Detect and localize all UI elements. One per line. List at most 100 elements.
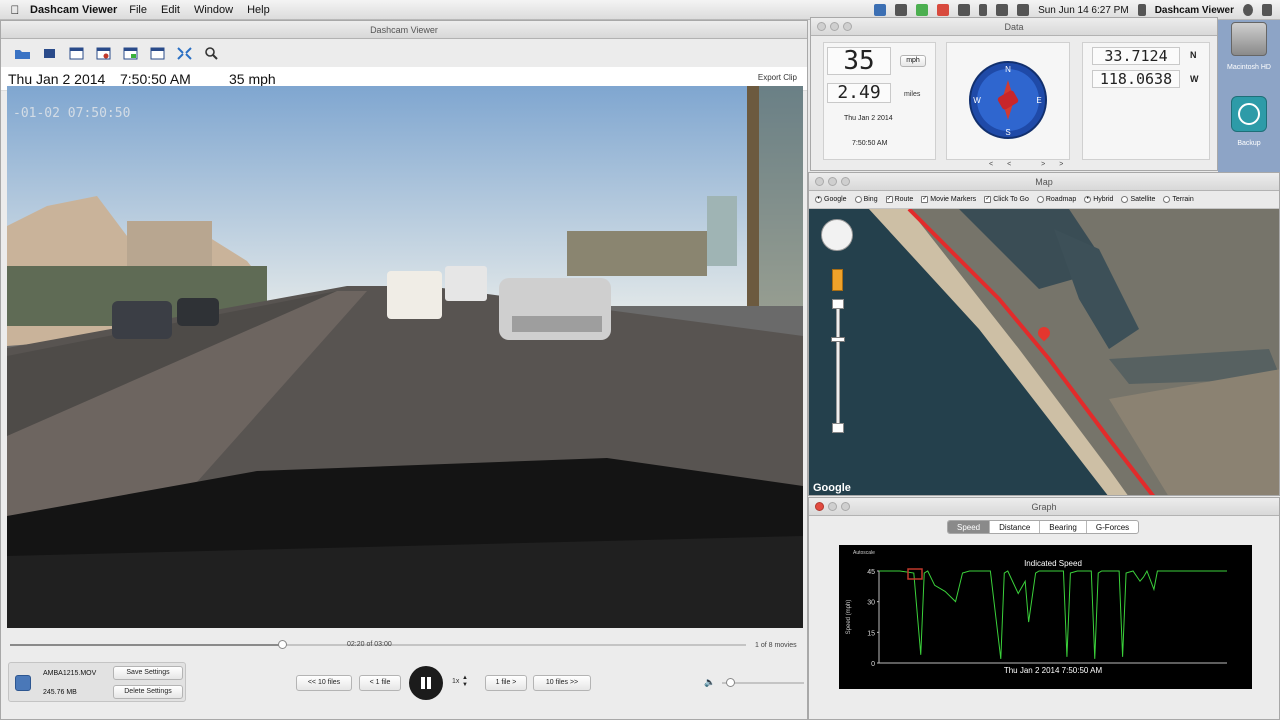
window-controls bbox=[817, 22, 852, 31]
zoom-icon[interactable] bbox=[843, 22, 852, 31]
zoom-knob[interactable] bbox=[831, 337, 845, 342]
menu-file[interactable]: File bbox=[129, 4, 147, 16]
back-1-file-button[interactable]: < 1 file bbox=[359, 675, 401, 691]
status-icon[interactable] bbox=[937, 4, 950, 16]
zoom-slider[interactable] bbox=[836, 299, 840, 429]
apple-menu-icon[interactable]:  bbox=[0, 3, 30, 17]
fullscreen-icon[interactable] bbox=[175, 45, 193, 61]
checkbox-icon[interactable]: ✓ bbox=[984, 196, 992, 203]
timeline-knob[interactable] bbox=[278, 640, 288, 649]
status-icon[interactable] bbox=[916, 4, 929, 16]
graph-window-icon[interactable] bbox=[121, 45, 139, 61]
window-icon[interactable] bbox=[148, 45, 166, 61]
save-settings-button[interactable]: Save Settings bbox=[113, 666, 183, 680]
map-option-google[interactable]: • Google bbox=[815, 196, 847, 203]
map-option-click-to-go[interactable]: ✓ Click To Go bbox=[984, 196, 1029, 203]
map-option-satellite[interactable]: Satellite bbox=[1121, 196, 1155, 203]
radio-icon[interactable] bbox=[1036, 196, 1044, 203]
menu-app-name[interactable]: Dashcam Viewer bbox=[30, 4, 117, 16]
data-window: Data 35 mph 2.49 miles Thu Jan 2 2014 7:… bbox=[810, 17, 1218, 171]
video-window-icon[interactable] bbox=[40, 45, 58, 61]
export-clip-button[interactable]: Export Clip bbox=[758, 73, 797, 82]
zoom-out-button[interactable] bbox=[832, 423, 844, 433]
tab-g-forces[interactable]: G-Forces bbox=[1087, 521, 1138, 533]
clock[interactable]: Sun Jun 14 6:27 PM bbox=[1038, 5, 1129, 16]
status-icon[interactable] bbox=[895, 4, 908, 16]
map-option-roadmap[interactable]: Roadmap bbox=[1036, 196, 1076, 203]
back-10-files-button[interactable]: << 10 files bbox=[296, 675, 352, 691]
map-option-label: Hybrid bbox=[1093, 196, 1114, 203]
volume-icon[interactable] bbox=[1017, 4, 1030, 16]
tab-bearing[interactable]: Bearing bbox=[1040, 521, 1087, 533]
longitude-readout: 118.0638 bbox=[1092, 70, 1180, 88]
minimize-icon[interactable] bbox=[830, 22, 839, 31]
zoom-icon[interactable] bbox=[202, 45, 220, 61]
street-view-icon[interactable] bbox=[832, 269, 843, 291]
bluetooth-icon[interactable] bbox=[979, 4, 988, 16]
radio-icon[interactable] bbox=[854, 196, 862, 203]
delete-settings-button[interactable]: Delete Settings bbox=[113, 685, 183, 699]
compass-nav[interactable]: << >> bbox=[989, 161, 1077, 168]
active-app[interactable]: Dashcam Viewer bbox=[1155, 5, 1234, 16]
menu-help[interactable]: Help bbox=[247, 4, 270, 16]
file-size: 245.76 MB bbox=[43, 689, 77, 696]
graph-titlebar[interactable]: Graph bbox=[809, 498, 1279, 516]
current-speed: 35 mph bbox=[229, 71, 276, 87]
data-window-icon[interactable] bbox=[67, 45, 85, 61]
zoom-icon[interactable] bbox=[841, 502, 850, 511]
zoom-in-button[interactable] bbox=[832, 299, 844, 309]
radio-icon[interactable]: • bbox=[1084, 196, 1092, 203]
map-option-label: Click To Go bbox=[993, 196, 1029, 203]
forward-1-file-button[interactable]: 1 file > bbox=[485, 675, 527, 691]
compass-n: N bbox=[1005, 65, 1011, 74]
forward-10-files-button[interactable]: 10 files >> bbox=[533, 675, 591, 691]
window-title: Map bbox=[1035, 177, 1053, 187]
pan-control[interactable] bbox=[821, 219, 853, 251]
checkbox-icon[interactable]: ✓ bbox=[885, 196, 893, 203]
rate-stepper-icon[interactable]: ▲ ▼ bbox=[462, 675, 468, 689]
menu-edit[interactable]: Edit bbox=[161, 4, 180, 16]
close-icon[interactable] bbox=[815, 502, 824, 511]
wifi-icon[interactable] bbox=[996, 4, 1009, 16]
macintosh-hd-icon[interactable]: Macintosh HD bbox=[1218, 22, 1280, 71]
video-timestamp: -01-02 07:50:50 bbox=[13, 106, 131, 121]
map-option-route[interactable]: ✓ Route bbox=[885, 196, 913, 203]
checkbox-icon[interactable]: ✓ bbox=[921, 196, 929, 203]
data-titlebar[interactable]: Data bbox=[811, 18, 1217, 36]
map-option-bing[interactable]: Bing bbox=[854, 196, 878, 203]
y-tick-label: 45 bbox=[867, 569, 875, 576]
close-icon[interactable] bbox=[815, 177, 824, 186]
user-icon[interactable] bbox=[1137, 4, 1146, 16]
map-option-terrain[interactable]: Terrain bbox=[1163, 196, 1194, 203]
dropbox-icon[interactable] bbox=[874, 4, 887, 16]
radio-icon[interactable] bbox=[1121, 196, 1129, 203]
map-titlebar[interactable]: Map bbox=[809, 173, 1279, 191]
speed-chart[interactable]: Autoscale Indicated Speed 0 15 30 45 Speed (mp… bbox=[839, 545, 1252, 689]
radio-icon[interactable] bbox=[1163, 196, 1171, 203]
tab-speed[interactable]: Speed bbox=[948, 521, 991, 533]
pause-button[interactable] bbox=[409, 666, 443, 700]
desktop: Macintosh HD Backup bbox=[1218, 20, 1280, 172]
playback-rate[interactable]: 1x bbox=[452, 678, 459, 685]
map-view[interactable]: Google bbox=[809, 209, 1279, 495]
radio-icon[interactable]: • bbox=[815, 196, 822, 203]
map-window-icon[interactable] bbox=[94, 45, 112, 61]
speed-series-line bbox=[879, 569, 1227, 659]
minimize-icon[interactable] bbox=[828, 177, 837, 186]
viewer-titlebar[interactable]: Dashcam Viewer bbox=[1, 21, 807, 39]
map-option-movie-markers[interactable]: ✓ Movie Markers bbox=[921, 196, 976, 203]
display-icon[interactable] bbox=[958, 4, 971, 16]
close-icon[interactable] bbox=[817, 22, 826, 31]
map-logo: Google bbox=[813, 482, 851, 494]
tab-distance[interactable]: Distance bbox=[990, 521, 1041, 533]
map-option-hybrid[interactable]: • Hybrid bbox=[1084, 196, 1113, 203]
speed-unit-button[interactable]: mph bbox=[900, 55, 926, 67]
zoom-icon[interactable] bbox=[841, 177, 850, 186]
spotlight-icon[interactable] bbox=[1243, 4, 1253, 16]
open-folder-icon[interactable] bbox=[13, 45, 31, 61]
menu-window[interactable]: Window bbox=[194, 4, 233, 16]
video-frame[interactable]: -01-02 07:50:50 bbox=[7, 86, 803, 628]
notifications-icon[interactable] bbox=[1262, 4, 1272, 16]
backup-icon[interactable]: Backup bbox=[1218, 96, 1280, 147]
minimize-icon[interactable] bbox=[828, 502, 837, 511]
